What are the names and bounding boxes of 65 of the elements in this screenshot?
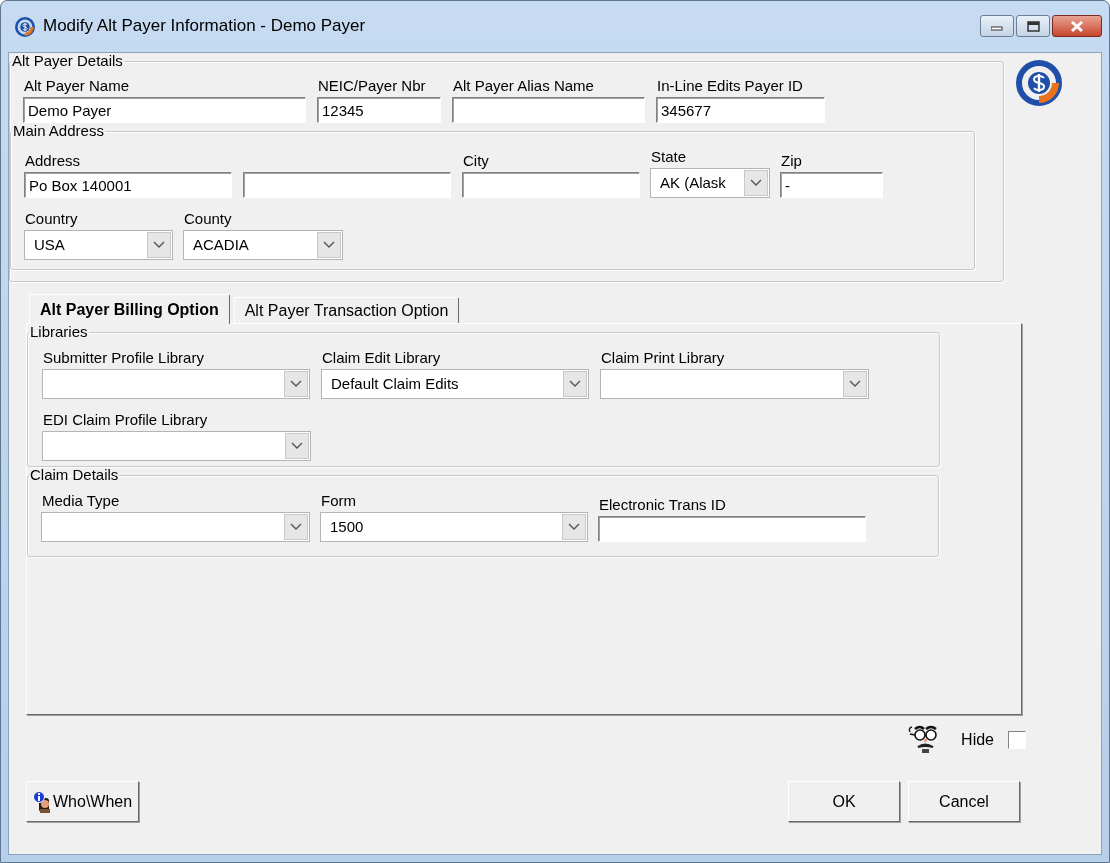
hide-label: Hide <box>961 730 994 750</box>
info-button[interactable]: Who\When <box>26 781 140 822</box>
group-title: Libraries <box>29 324 89 340</box>
field-label: Form <box>320 492 357 510</box>
maximize-icon <box>1026 20 1040 32</box>
disguise-glasses-icon <box>907 725 940 755</box>
maximize-button[interactable] <box>1016 15 1050 37</box>
field-label: Country <box>24 210 79 228</box>
text-field[interactable] <box>243 172 451 198</box>
dialog-button[interactable]: OK <box>788 781 900 822</box>
text-field[interactable]: Demo Payer <box>23 97 306 123</box>
field-label: City <box>462 152 490 170</box>
field-label: Claim Edit Library <box>321 349 442 367</box>
chevron-icon <box>290 380 302 388</box>
dropdown-field[interactable]: 1500 <box>320 512 588 542</box>
field-label: In-Line Edits Payer ID <box>656 77 804 95</box>
logo-icon <box>1016 60 1062 106</box>
chevron-icon <box>568 523 580 531</box>
field-label: Alt Payer Alias Name <box>452 77 595 95</box>
field-label: State <box>650 148 688 166</box>
field-label: Media Type <box>41 492 121 510</box>
text-field[interactable]: 12345 <box>317 97 441 123</box>
field-label: Address <box>24 152 82 170</box>
dropdown-field[interactable] <box>600 369 869 399</box>
app-icon <box>15 16 35 37</box>
window-title: Modify Alt Payer Information - Demo Payer <box>43 16 366 37</box>
field-label: County <box>183 210 233 228</box>
chevron-icon <box>323 241 335 249</box>
info-person-icon <box>33 790 51 813</box>
dropdown-field[interactable]: Default Claim Edits <box>321 369 589 399</box>
chevron-icon <box>849 380 861 388</box>
field-label: EDI Claim Profile Library <box>42 411 209 429</box>
dropdown-field[interactable]: AK (Alask <box>650 168 770 198</box>
text-field[interactable]: - <box>780 172 883 198</box>
dropdown-field[interactable]: USA <box>24 230 173 260</box>
dropdown-field[interactable] <box>42 369 310 399</box>
dropdown-field[interactable] <box>41 512 310 542</box>
chevron-icon <box>750 179 762 187</box>
tab[interactable]: Alt Payer Billing Option <box>29 294 230 324</box>
field-label: Electronic Trans ID <box>598 496 727 514</box>
group-title: Claim Details <box>29 467 120 483</box>
chevron-icon <box>290 523 302 531</box>
close-button[interactable] <box>1052 15 1102 37</box>
minimize-button[interactable] <box>980 15 1014 37</box>
group-title: Main Address <box>12 123 105 139</box>
dropdown-field[interactable] <box>42 431 311 461</box>
hide-checkbox[interactable] <box>1008 731 1026 749</box>
text-field[interactable]: Po Box 140001 <box>24 172 232 198</box>
close-icon <box>1070 19 1084 33</box>
tab[interactable]: Alt Payer Transaction Option <box>233 297 460 323</box>
text-field[interactable] <box>452 97 645 123</box>
field-label: Alt Payer Name <box>23 77 131 95</box>
chevron-icon <box>153 241 165 249</box>
chevron-icon <box>569 380 581 388</box>
field-label: Zip <box>780 152 803 170</box>
group-title: Alt Payer Details <box>11 53 124 69</box>
dropdown-field[interactable]: ACADIA <box>183 230 343 260</box>
dialog-button[interactable]: Cancel <box>908 781 1020 822</box>
text-field[interactable]: 345677 <box>656 97 825 123</box>
chevron-icon <box>291 442 303 450</box>
field-label: NEIC/Payer Nbr <box>317 77 427 95</box>
field-label: Submitter Profile Library <box>42 349 205 367</box>
text-field[interactable] <box>598 516 866 542</box>
text-field[interactable] <box>462 172 640 198</box>
field-label: Claim Print Library <box>600 349 726 367</box>
